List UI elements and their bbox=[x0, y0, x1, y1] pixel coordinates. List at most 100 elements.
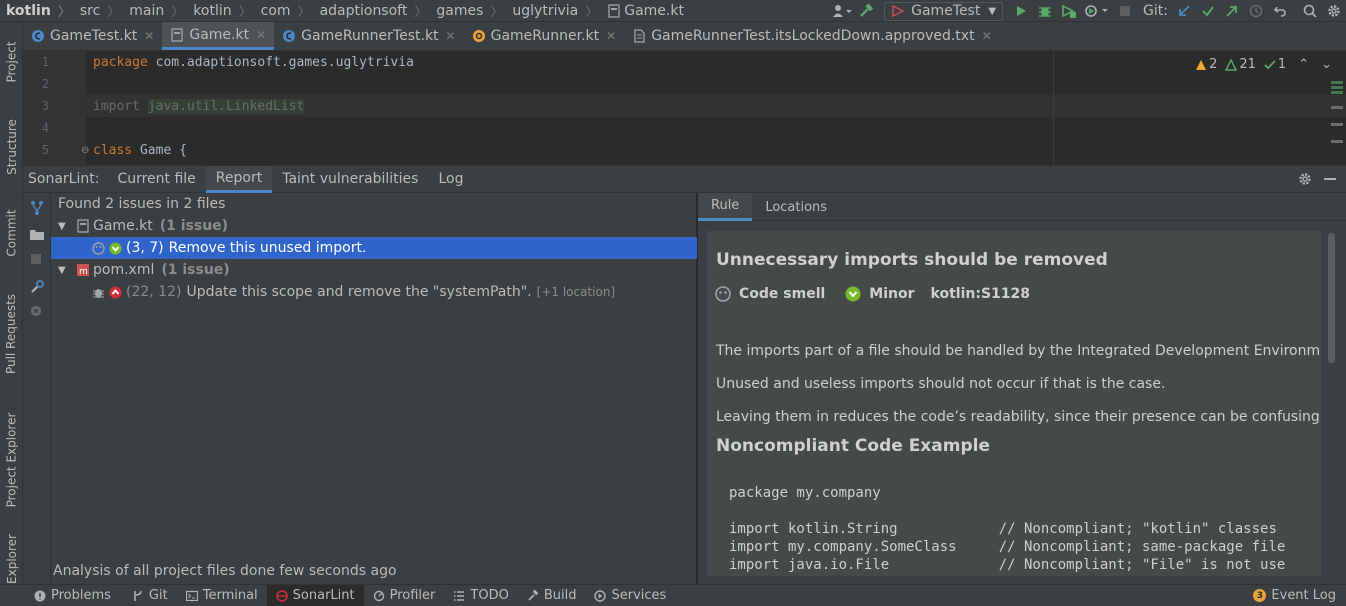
tab-gamerunner-kt[interactable]: GameRunner.kt ✕ bbox=[464, 22, 625, 50]
weak-warning-count-label: 21 bbox=[1239, 57, 1256, 72]
settings-gear-icon[interactable] bbox=[1322, 0, 1346, 22]
run-with-coverage-icon[interactable] bbox=[1057, 0, 1081, 22]
minimize-icon[interactable] bbox=[1324, 178, 1336, 180]
tab-gamerunnertest-kt[interactable]: GameRunnerTest.kt ✕ bbox=[274, 22, 463, 50]
history-icon[interactable] bbox=[1244, 0, 1268, 22]
tab-current-file[interactable]: Current file bbox=[107, 166, 205, 193]
kotlin-file-icon bbox=[171, 27, 184, 42]
issues-tree[interactable]: Found 2 issues in 2 files ▼ Game.kt (1 i… bbox=[51, 193, 697, 584]
tab-locations[interactable]: Locations bbox=[752, 193, 840, 221]
tool-build[interactable]: Build bbox=[518, 585, 586, 606]
tool-profiler[interactable]: Profiler bbox=[364, 585, 445, 606]
tool-sonarlint[interactable]: SonarLint bbox=[266, 585, 364, 606]
stripe-project-button[interactable]: Project bbox=[0, 28, 23, 96]
search-icon[interactable] bbox=[1298, 0, 1322, 22]
chevron-up-icon[interactable]: ⌃ bbox=[1298, 57, 1309, 72]
tool-todo[interactable]: TODO bbox=[444, 585, 517, 606]
stripe-project-label: Project bbox=[4, 41, 19, 83]
left-tool-stripe: Project Structure Commit Pull Requests P… bbox=[0, 22, 23, 584]
close-icon[interactable]: ✕ bbox=[982, 29, 992, 43]
kotlin-object-icon bbox=[472, 30, 485, 42]
tab-log[interactable]: Log bbox=[428, 166, 473, 193]
breadcrumb-label: uglytrivia bbox=[512, 2, 579, 19]
tab-taint-vulnerabilities[interactable]: Taint vulnerabilities bbox=[272, 166, 428, 193]
run-icon[interactable] bbox=[1009, 0, 1033, 22]
code-editor[interactable]: 1 2 3 4 5 ⊖ package com.adaptionsoft.gam… bbox=[23, 51, 1346, 165]
git-commit-icon[interactable] bbox=[1196, 0, 1220, 22]
analyze-branch-icon[interactable] bbox=[29, 200, 45, 216]
tool-terminal[interactable]: Terminal bbox=[177, 585, 267, 606]
git-update-icon[interactable] bbox=[1172, 0, 1196, 22]
breadcrumb-item-src[interactable]: src 〉 bbox=[74, 0, 123, 22]
typo-count[interactable]: 1 bbox=[1264, 57, 1286, 72]
rule-type: Code smell bbox=[739, 286, 826, 302]
warning-count[interactable]: 2 bbox=[1195, 57, 1217, 72]
close-icon[interactable]: ✕ bbox=[606, 29, 616, 43]
code-smell-icon bbox=[92, 241, 105, 255]
tab-rule[interactable]: Rule bbox=[698, 193, 753, 221]
stripe-structure-button[interactable]: Structure bbox=[0, 106, 23, 188]
breadcrumb-item-adaptionsoft[interactable]: adaptionsoft 〉 bbox=[314, 0, 431, 22]
tab-label: Log bbox=[438, 171, 464, 187]
issue-row-system-path[interactable]: (22, 12) Update this scope and remove th… bbox=[51, 281, 697, 303]
tree-node-pom-xml[interactable]: ▼ m pom.xml (1 issue) bbox=[51, 259, 697, 281]
chevron-down-icon[interactable]: ▼ bbox=[58, 265, 76, 276]
issue-message: Remove this unused import. bbox=[168, 240, 367, 256]
chevron-down-icon[interactable]: ▼ bbox=[58, 221, 76, 232]
fold-icon[interactable]: ⊖ bbox=[81, 145, 89, 156]
issue-count: (1 issue) bbox=[161, 262, 230, 278]
stripe-explorer-button[interactable]: Explorer bbox=[0, 534, 23, 584]
weak-warning-count[interactable]: 21 bbox=[1225, 57, 1256, 72]
kotlin-class-icon bbox=[283, 30, 296, 42]
clear-icon[interactable] bbox=[30, 305, 42, 317]
tree-node-game-kt[interactable]: ▼ Game.kt (1 issue) bbox=[51, 215, 697, 237]
issue-row-unused-import[interactable]: (3, 7) Remove this unused import. bbox=[51, 237, 697, 259]
run-configuration-select[interactable]: GameTest ▼ bbox=[884, 1, 1004, 21]
breadcrumb-item-games[interactable]: games 〉 bbox=[430, 0, 506, 22]
rollback-icon[interactable] bbox=[1268, 0, 1292, 22]
error-stripe[interactable] bbox=[1331, 79, 1343, 159]
breadcrumb-item-kotlin-root[interactable]: kotlin 〉 bbox=[0, 0, 74, 22]
tool-problems[interactable]: Problems bbox=[0, 585, 123, 606]
git-push-icon[interactable] bbox=[1220, 0, 1244, 22]
tool-services[interactable]: Services bbox=[585, 585, 675, 606]
breadcrumb-item-com[interactable]: com 〉 bbox=[255, 0, 314, 22]
debug-icon[interactable] bbox=[1033, 0, 1057, 22]
configure-wrench-icon[interactable] bbox=[29, 279, 45, 295]
close-icon[interactable]: ✕ bbox=[446, 29, 456, 43]
editor-gutter: 1 2 3 4 5 ⊖ bbox=[23, 51, 89, 165]
rule-description[interactable]: Unnecessary imports should be removed Co… bbox=[707, 231, 1321, 576]
close-icon[interactable]: ✕ bbox=[144, 29, 154, 43]
git-branch-icon bbox=[134, 590, 142, 601]
chevron-down-icon[interactable]: ⌄ bbox=[1321, 57, 1332, 72]
tool-label: Git bbox=[148, 588, 168, 603]
chevron-right-icon: 〉 bbox=[585, 5, 599, 20]
tool-git[interactable]: Git bbox=[123, 585, 177, 606]
tab-gametest-kt[interactable]: GameTest.kt ✕ bbox=[23, 22, 162, 50]
breadcrumb-label: adaptionsoft bbox=[319, 2, 408, 19]
stop-icon[interactable] bbox=[30, 253, 42, 265]
chevron-right-icon: 〉 bbox=[238, 5, 252, 20]
tool-event-log[interactable]: 3 Event Log bbox=[1253, 585, 1336, 606]
user-icon[interactable] bbox=[830, 0, 854, 22]
close-icon[interactable]: ✕ bbox=[256, 28, 266, 42]
analyze-folder-icon[interactable] bbox=[29, 227, 45, 243]
issue-count: (1 issue) bbox=[159, 218, 229, 234]
settings-gear-icon[interactable] bbox=[1298, 172, 1312, 186]
stripe-project-explorer-button[interactable]: Project Explorer bbox=[0, 400, 23, 520]
breadcrumb-item-main[interactable]: main 〉 bbox=[123, 0, 187, 22]
vertical-scrollbar[interactable] bbox=[1328, 233, 1335, 363]
tab-report[interactable]: Report bbox=[205, 165, 273, 193]
inspection-widget[interactable]: 2 21 1 ⌃ ⌄ bbox=[1187, 57, 1332, 72]
git-label: Git: bbox=[1143, 3, 1168, 19]
breadcrumb-item-uglytrivia[interactable]: uglytrivia 〉 bbox=[506, 0, 601, 22]
stripe-pull-requests-button[interactable]: Pull Requests bbox=[0, 284, 23, 384]
breadcrumb-item-game-kt[interactable]: Game.kt bbox=[601, 0, 687, 22]
stop-icon[interactable] bbox=[1113, 0, 1137, 22]
stripe-commit-button[interactable]: Commit bbox=[0, 198, 23, 268]
tab-approved-txt[interactable]: GameRunnerTest.itsLockedDown.approved.tx… bbox=[624, 22, 999, 50]
profile-icon[interactable] bbox=[1081, 0, 1113, 22]
breadcrumb-item-kotlin[interactable]: kotlin 〉 bbox=[187, 0, 254, 22]
build-hammer-icon[interactable] bbox=[854, 0, 878, 22]
tab-game-kt[interactable]: Game.kt ✕ bbox=[162, 22, 275, 50]
